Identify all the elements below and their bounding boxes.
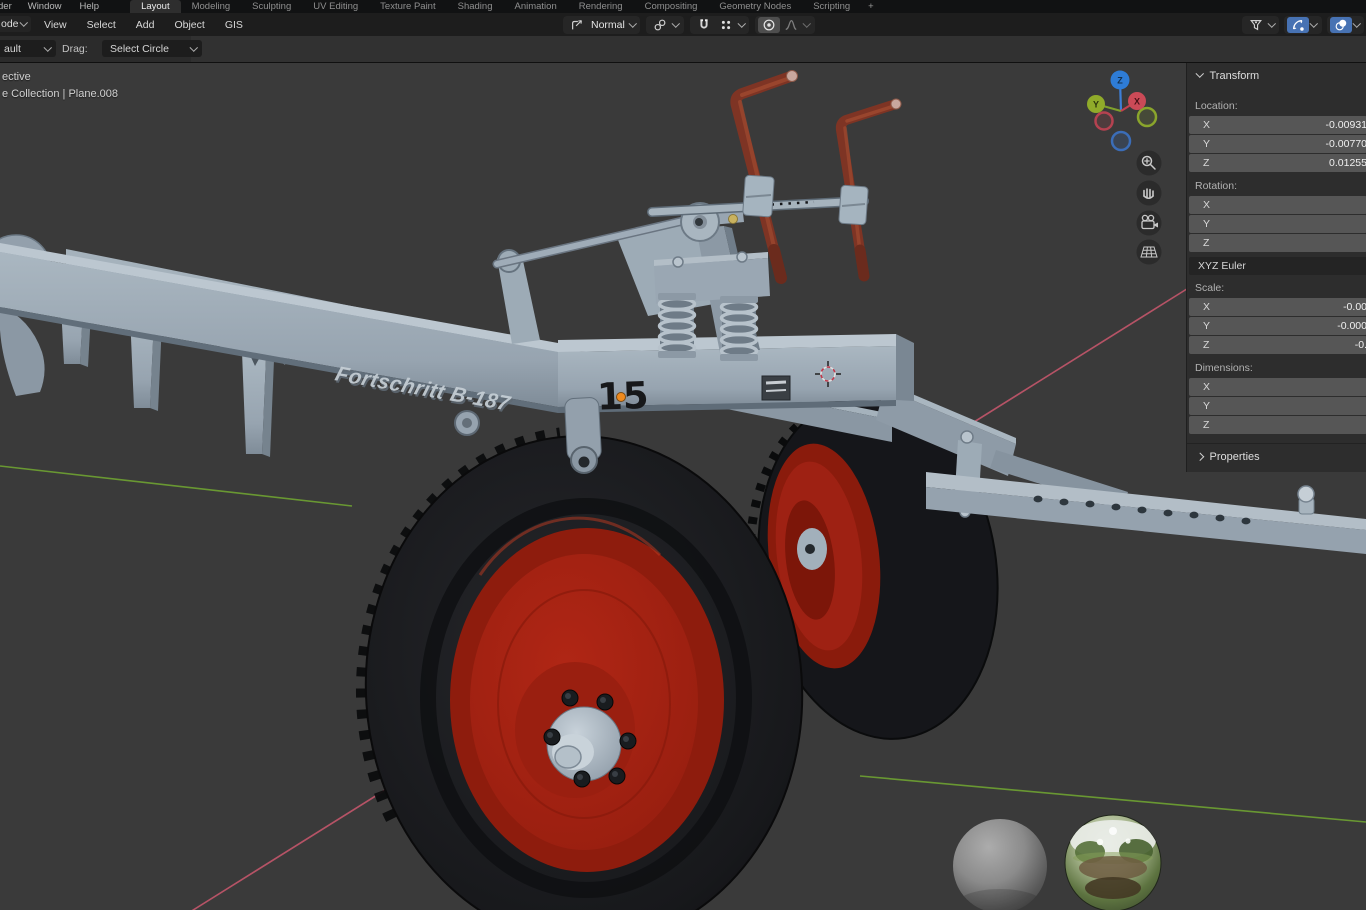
- menu-help[interactable]: Help: [71, 0, 109, 13]
- gizmos-toggle-group[interactable]: [1284, 16, 1322, 34]
- dimensions-x-field[interactable]: X: [1189, 378, 1366, 396]
- sidebar-transform-panel: Transform Location: X-0.00931 Y-0.00770 …: [1186, 62, 1366, 472]
- yellow-bolt: [729, 215, 738, 224]
- proportional-editing-controls[interactable]: [755, 16, 815, 34]
- transform-panel-header[interactable]: Transform: [1195, 70, 1259, 82]
- pan-hand-button[interactable]: [1137, 181, 1162, 206]
- camera-view-button[interactable]: [1137, 211, 1162, 236]
- scale-y-field[interactable]: Y-0.000: [1189, 317, 1366, 335]
- svg-text:Z: Z: [1117, 76, 1123, 86]
- scale-x-field[interactable]: X-0.00: [1189, 298, 1366, 316]
- tab-texture-paint[interactable]: Texture Paint: [369, 0, 446, 13]
- tab-sculpting[interactable]: Sculpting: [241, 0, 302, 13]
- zoom-button[interactable]: [1137, 151, 1162, 176]
- coil-spring: [720, 296, 758, 361]
- tab-animation[interactable]: Animation: [503, 0, 567, 13]
- tab-shading[interactable]: Shading: [447, 0, 504, 13]
- falloff-curve-icon: [780, 17, 802, 33]
- tool-settings-spacer: [191, 36, 1366, 62]
- workspace-tabs: Layout Modeling Sculpting UV Editing Tex…: [130, 0, 881, 13]
- rotation-y-field[interactable]: Y: [1189, 215, 1366, 233]
- rotation-z-field[interactable]: Z: [1189, 234, 1366, 252]
- handlebar-left[interactable]: [736, 71, 798, 279]
- gizmo-axis-neg-x[interactable]: [1096, 113, 1113, 130]
- topbar: der Window Help Layout Modeling Sculptin…: [0, 0, 1366, 13]
- dimensions-label: Dimensions:: [1195, 362, 1253, 374]
- location-y-field[interactable]: Y-0.00770: [1189, 135, 1366, 153]
- hdri-sphere[interactable]: [1065, 815, 1161, 910]
- gizmos-icon[interactable]: [1287, 17, 1309, 33]
- drag-tool-dropdown[interactable]: Select Circle: [102, 40, 202, 57]
- mode-dropdown[interactable]: ode: [0, 16, 31, 32]
- snap-magnet-icon[interactable]: [693, 17, 715, 33]
- viewport-header: ode View Select Add Object GIS Normal: [0, 13, 1366, 37]
- nav-gizmo[interactable]: Z X Y: [1087, 71, 1156, 151]
- tab-modeling[interactable]: Modeling: [181, 0, 242, 13]
- location-x-field[interactable]: X-0.00931: [1189, 116, 1366, 134]
- menu-gis[interactable]: GIS: [215, 19, 253, 31]
- front-wheel[interactable]: [349, 421, 819, 910]
- scale-z-field[interactable]: Z-0.: [1189, 336, 1366, 354]
- pivot-point-icon: [649, 17, 671, 33]
- menu-select[interactable]: Select: [77, 19, 126, 31]
- menu-object[interactable]: Object: [164, 19, 214, 31]
- panel-separator: [1187, 443, 1366, 444]
- coil-spring: [658, 293, 696, 358]
- gizmo-axis-neg-z[interactable]: [1112, 132, 1130, 150]
- object-type-visibility-dropdown[interactable]: [1242, 16, 1280, 34]
- matte-sphere[interactable]: [953, 819, 1047, 910]
- tool-settings-bar: ault Drag: Select Circle: [0, 36, 1366, 63]
- properties-panel-header[interactable]: Properties: [1195, 451, 1260, 463]
- tool-preset-dropdown[interactable]: ault: [0, 40, 56, 57]
- viewport-3d[interactable]: Fortschritt B-187 Fortschritt B-187 15: [0, 0, 1366, 910]
- snap-target-icon[interactable]: [715, 17, 737, 33]
- rotation-x-field[interactable]: X: [1189, 196, 1366, 214]
- ortho-grid-button[interactable]: [1137, 240, 1162, 265]
- orientation-icon: [566, 17, 588, 33]
- svg-text:Y: Y: [1093, 100, 1099, 110]
- rotation-mode-dropdown[interactable]: XYZ Euler: [1189, 257, 1366, 275]
- proportional-editing-icon[interactable]: [758, 17, 780, 33]
- svg-text:X: X: [1134, 97, 1140, 107]
- snap-controls[interactable]: [690, 16, 750, 34]
- tab-uv-editing[interactable]: UV Editing: [302, 0, 369, 13]
- scale-label: Scale:: [1195, 282, 1224, 294]
- add-workspace-button[interactable]: +: [861, 0, 881, 13]
- overlays-icon[interactable]: [1330, 17, 1352, 33]
- tab-compositing[interactable]: Compositing: [634, 0, 709, 13]
- view-name-label: ective: [2, 71, 31, 83]
- menu-window[interactable]: Window: [19, 0, 71, 13]
- pivot-point-dropdown[interactable]: [646, 16, 684, 34]
- dimensions-y-field[interactable]: Y: [1189, 397, 1366, 415]
- menu-render-fragment[interactable]: der: [0, 0, 19, 13]
- dimensions-z-field[interactable]: Z: [1189, 416, 1366, 434]
- filter-funnel-icon: [1245, 17, 1267, 33]
- tab-scripting[interactable]: Scripting: [802, 0, 861, 13]
- rotation-label: Rotation:: [1195, 180, 1237, 192]
- tab-rendering[interactable]: Rendering: [568, 0, 634, 13]
- overlays-toggle-group[interactable]: [1327, 16, 1365, 34]
- frame-mast[interactable]: [497, 203, 770, 361]
- drag-label: Drag:: [62, 43, 88, 55]
- active-object-breadcrumb: e Collection | Plane.008: [2, 88, 118, 100]
- object-origin-dot: [617, 393, 626, 402]
- tab-geometry-nodes[interactable]: Geometry Nodes: [708, 0, 802, 13]
- transform-orientation-dropdown[interactable]: Normal: [563, 16, 640, 34]
- axis-line-y-left: [0, 466, 352, 506]
- gizmo-axis-neg-y[interactable]: [1138, 108, 1156, 126]
- location-label: Location:: [1195, 100, 1238, 112]
- menu-view[interactable]: View: [34, 19, 77, 31]
- menu-add[interactable]: Add: [126, 19, 165, 31]
- frame-label-plate: [762, 376, 790, 400]
- tab-layout[interactable]: Layout: [130, 0, 181, 13]
- location-z-field[interactable]: Z0.01255: [1189, 154, 1366, 172]
- hitch-ball: [1298, 486, 1314, 502]
